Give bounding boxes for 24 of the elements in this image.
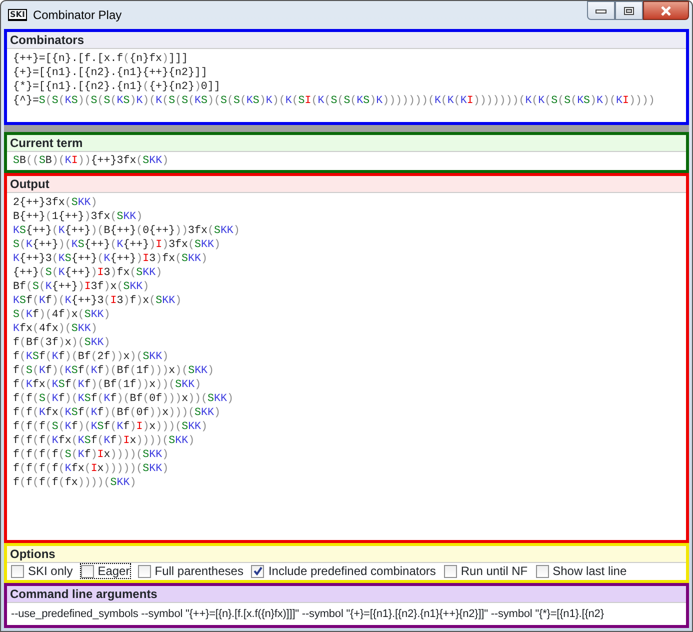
option-checkbox[interactable]: Eager <box>80 564 130 578</box>
minimize-icon <box>595 8 607 14</box>
checkmark-icon <box>252 566 263 576</box>
panel-title: Combinators <box>7 32 686 49</box>
panel-title: Options <box>7 546 686 563</box>
maximize-icon <box>623 6 635 16</box>
maximize-button[interactable] <box>615 1 643 20</box>
command-line-text: --use_predefined_symbols --symbol "{++}=[{n}.[f.[x.f({n}fx)]]]" --symbol "{+}=[{n1}.[{n2}.{n1}{++}{n2}]]" --symbol "{*}=[{n1}.[{n2} <box>10 607 605 622</box>
current-term-field[interactable]: SB((SB)(KI)){++}3fx(SKK) <box>7 152 686 170</box>
option-checkbox[interactable]: Include predefined combinators <box>251 564 436 578</box>
combinators-editor[interactable]: {++}=[{n}.[f.[x.f({n}fx)]]] {+}=[{n1}.[{n2}.{n1}{++}{n2}]] {*}=[{n1}.[{n2}.{n1}({+}{n2})0]] {^}=S(S(KS)(S(S(KS)K)(K(S(S(KS)(S(S(KS)K)(K(SI(K(S(S(KS)K)))))))(K(K(KI)))))))(K(K(S(S(KS)K)(KI)))) <box>7 49 686 122</box>
app-icon: SKI <box>8 9 27 21</box>
window-title: Combinator Play <box>32 8 122 22</box>
close-icon <box>660 6 672 16</box>
panel-title: Command line arguments <box>7 586 686 603</box>
option-checkbox[interactable]: SKI only <box>11 564 73 578</box>
option-checkbox[interactable]: Full parentheses <box>138 564 244 578</box>
panel-title: Current term <box>7 135 686 152</box>
option-checkbox[interactable]: Run until NF <box>444 564 528 578</box>
close-button[interactable] <box>643 1 689 20</box>
panel-title: Output <box>7 176 686 193</box>
option-checkbox[interactable]: Show last line <box>536 564 627 578</box>
output-text: 2{++}3fx(SKK) B{++}(1{++})3fx(SKK) KS{++}(K{++})(B{++}(0{++}))3fx(SKK) S(K{++})(KS{++}(K{++})I)3fx(SKK) K{++}3(KS{++}(K{++})I3)fx(SKK) {++}(S(K{++})I3)fx(SKK) Bf(S(K{++})I3f)x(SKK) KSf(Kf)(K{++}3(I3)f)x(SKK) S(Kf)(4f)x(SKK) Kfx(4fx)(SKK) f(Bf(3f)x)(SKK) f(KSf(Kf)(Bf(2f))x)(SKK) f(S(Kf)(KSf(Kf)(Bf(1f)))x)(SKK) f(Kfx(KSf(Kf)(Bf(1f))x))(SKK) f(f(S(Kf)(KSf(Kf)(Bf(0f)))x))(SKK) f(f(Kfx(KSf(Kf)(Bf(0f))x)))(SKK) f(f(f(S(Kf)(KSf(Kf)I)x)))(SKK) f(f(f(Kfx(KSf(Kf)Ix))))(SKK) f(f(f(f(S(Kf)Ix))))(SKK) f(f(f(f(Kfx(Ix)))))(SKK) f(f(f(f(fx))))(SKK) <box>12 196 241 491</box>
minimize-button[interactable] <box>587 1 615 20</box>
